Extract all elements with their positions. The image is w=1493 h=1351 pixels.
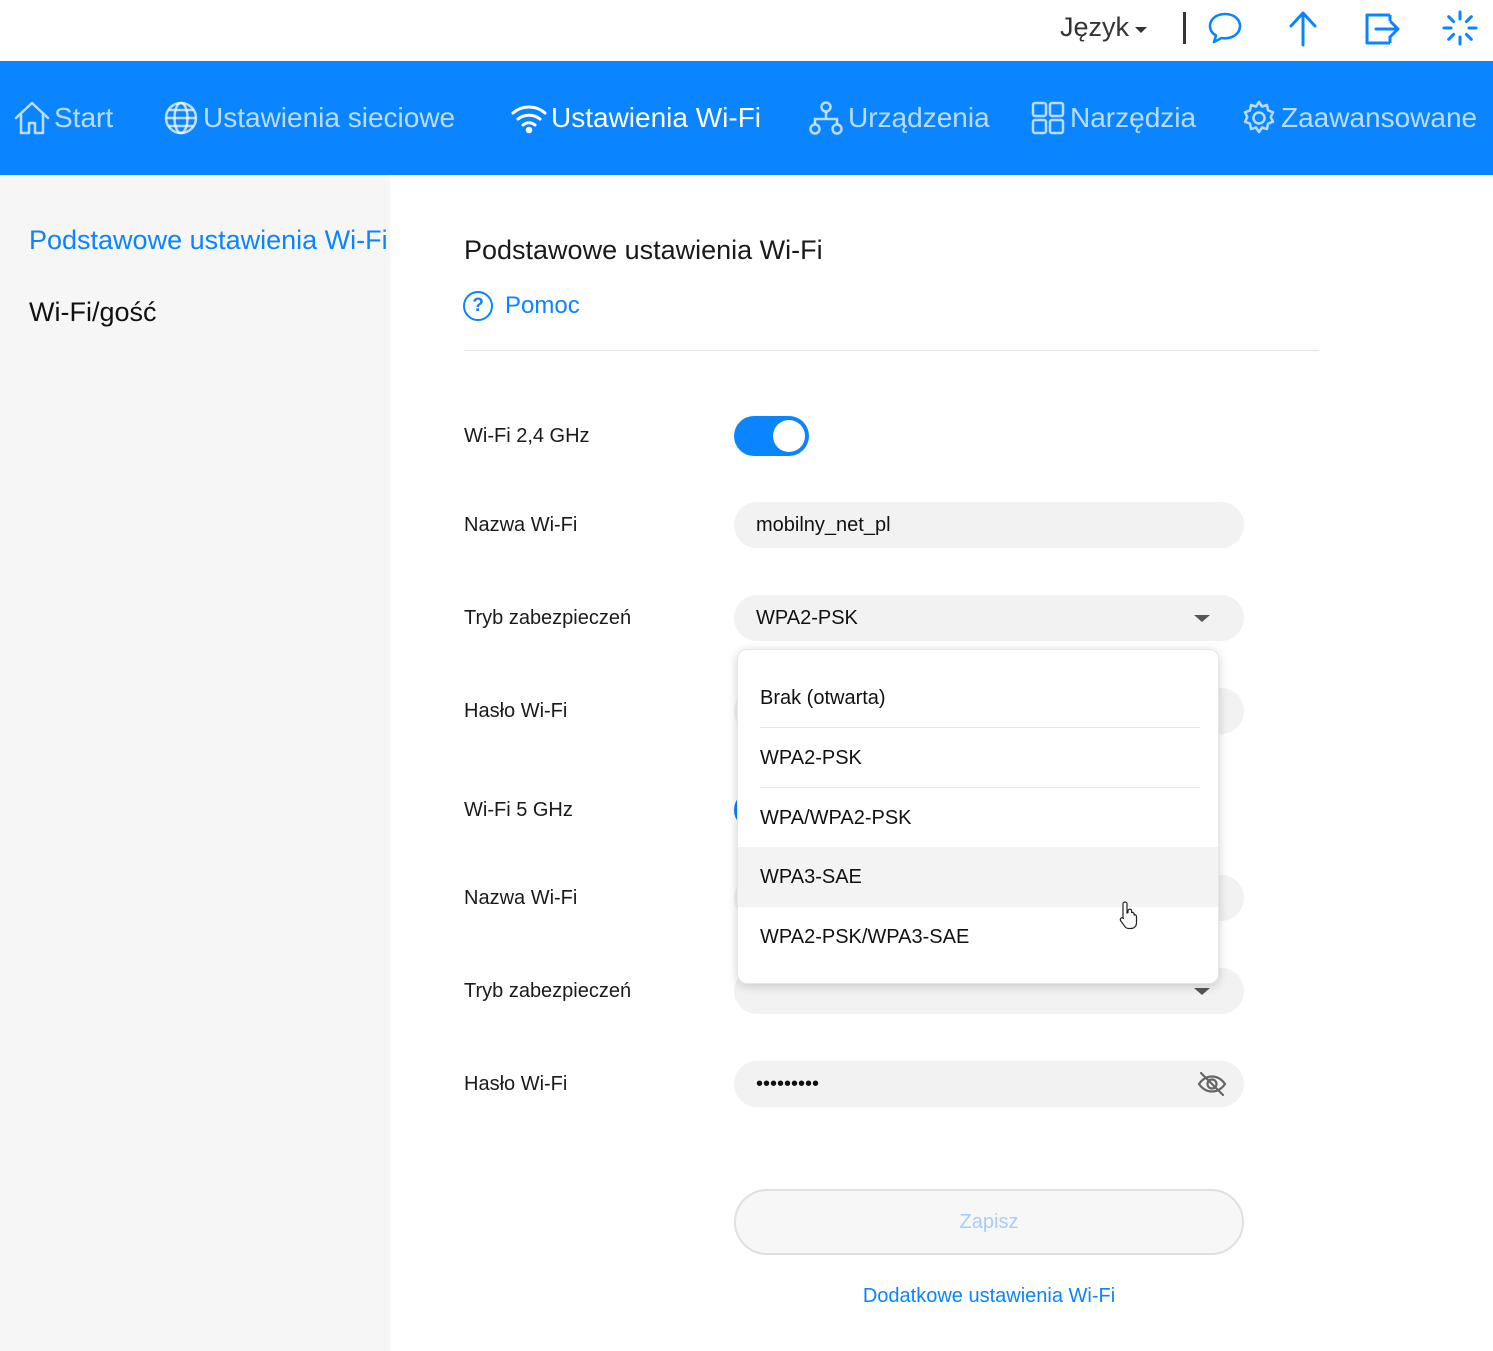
wifi24-name-label: Nazwa Wi-Fi [464, 514, 578, 536]
language-label: Język [1060, 12, 1130, 42]
dropdown-option[interactable]: Brak (otwarta) [738, 668, 1218, 728]
nav-item-wifi[interactable]: Ustawienia Wi-Fi [509, 61, 761, 175]
separator [1183, 12, 1186, 44]
help-link[interactable]: ? Pomoc [463, 291, 580, 321]
wifi5-toggle-label: Wi-Fi 5 GHz [464, 799, 573, 821]
wifi24-security-value: WPA2-PSK [756, 606, 858, 629]
toggle-knob [773, 420, 805, 452]
wifi-icon [511, 105, 547, 134]
save-button[interactable]: Zapisz [734, 1189, 1244, 1255]
globe-icon [164, 101, 198, 135]
devices-icon [809, 101, 843, 135]
sidebar-item-basic-wifi[interactable]: Podstawowe ustawienia Wi-Fi [29, 225, 388, 256]
wifi5-name-label: Nazwa Wi-Fi [464, 887, 578, 909]
wifi24-toggle-label: Wi-Fi 2,4 GHz [464, 425, 590, 447]
sidebar-item-guest-wifi[interactable]: Wi-Fi/gość [29, 297, 157, 328]
additional-wifi-settings-link[interactable]: Dodatkowe ustawienia Wi-Fi [734, 1285, 1244, 1308]
wifi5-password-label: Hasło Wi-Fi [464, 1073, 568, 1095]
nav-item-network[interactable]: Ustawienia sieciowe [161, 61, 455, 175]
wifi24-password-label: Hasło Wi-Fi [464, 700, 568, 722]
caret-down-icon [1135, 26, 1148, 33]
wifi24-security-select[interactable]: WPA2-PSK [734, 595, 1244, 641]
wifi24-security-label: Tryb zabezpieczeń [464, 607, 632, 629]
help-icon: ? [463, 291, 493, 321]
wifi5-security-label: Tryb zabezpieczeń [464, 980, 632, 1002]
nav-item-devices[interactable]: Urządzenia [806, 61, 990, 175]
gear-icon [1243, 100, 1275, 134]
nav-label: Start [54, 102, 114, 133]
help-label: Pomoc [505, 292, 580, 319]
nav-label: Zaawansowane [1281, 102, 1478, 133]
main-nav: Start Ustawienia sieciowe Ustawienia Wi-… [0, 61, 1493, 175]
caret-down-icon [1194, 988, 1210, 995]
wifi24-toggle[interactable] [734, 416, 809, 456]
wifi24-name-input[interactable]: mobilny_net_pl [734, 502, 1244, 548]
top-utility-bar: Język [0, 0, 1493, 61]
hand-cursor-icon [1119, 901, 1138, 930]
wifi5-password-value: ••••••••• [756, 1072, 820, 1095]
nav-label: Urządzenia [848, 102, 990, 133]
nav-label: Ustawienia Wi-Fi [551, 102, 762, 133]
nav-item-tools[interactable]: Narzędzia [1028, 61, 1196, 175]
page-title: Podstawowe ustawienia Wi-Fi [464, 235, 823, 265]
upload-icon[interactable] [1283, 8, 1323, 48]
eye-off-icon[interactable] [1196, 1068, 1228, 1100]
wifi5-password-input[interactable]: ••••••••• [734, 1061, 1244, 1107]
divider [464, 350, 1319, 351]
nav-label: Narzędzia [1070, 102, 1197, 133]
dropdown-option[interactable]: WPA/WPA2-PSK [738, 788, 1218, 848]
apps-icon [1031, 101, 1065, 135]
nav-item-advanced[interactable]: Zaawansowane [1239, 61, 1477, 175]
chat-icon[interactable] [1205, 8, 1245, 48]
dropdown-option[interactable]: WPA2-PSK/WPA3-SAE [738, 907, 1218, 967]
loading-icon[interactable] [1440, 8, 1480, 48]
nav-item-start[interactable]: Start [12, 61, 113, 175]
wifi24-name-value: mobilny_net_pl [756, 513, 891, 536]
logout-icon[interactable] [1362, 8, 1402, 48]
security-mode-dropdown: Brak (otwarta) WPA2-PSK WPA/WPA2-PSK WPA… [737, 649, 1219, 984]
dropdown-option[interactable]: WPA2-PSK [738, 728, 1218, 788]
language-selector[interactable]: Język [1060, 12, 1148, 43]
nav-label: Ustawienia sieciowe [203, 102, 456, 133]
caret-down-icon [1194, 615, 1210, 622]
home-icon [14, 101, 50, 135]
dropdown-option-hovered[interactable]: WPA3-SAE [738, 847, 1218, 907]
sidebar: Podstawowe ustawienia Wi-Fi Wi-Fi/gość [0, 175, 390, 1351]
